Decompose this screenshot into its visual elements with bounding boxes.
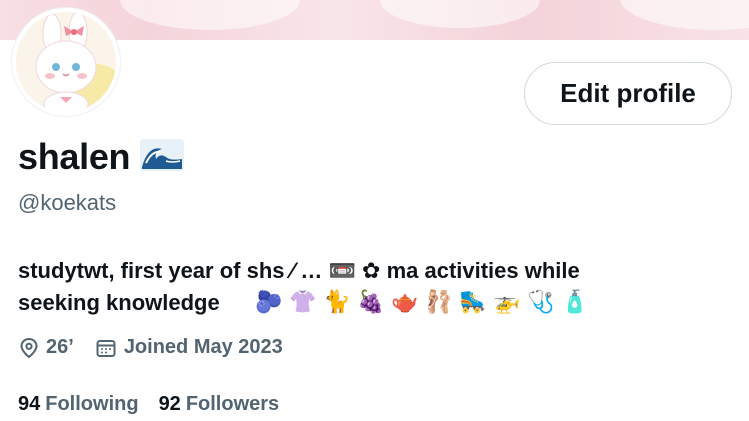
edit-profile-button[interactable]: Edit profile xyxy=(524,62,732,125)
following-label: Following xyxy=(45,393,139,415)
avatar[interactable] xyxy=(12,8,120,116)
location-pin-icon xyxy=(20,337,38,358)
lotion-bottle-icon: 🧴 xyxy=(561,289,589,314)
cat-icon: 🐈 xyxy=(323,289,351,314)
avatar-bunny-image xyxy=(16,12,116,112)
followers-label: Followers xyxy=(185,393,280,415)
bio-line-1: studytwt, first year of shs ⁄ … 📼 ✿ ma a… xyxy=(18,258,580,283)
stethoscope-icon: 🩺 xyxy=(527,289,555,314)
display-name: shalen xyxy=(18,136,131,177)
location-item: 26’ xyxy=(20,336,74,359)
following-link[interactable]: 94 Following xyxy=(18,393,139,416)
roller-skate-icon: 🛼 xyxy=(459,289,487,314)
location-text: 26’ xyxy=(46,336,74,358)
followers-count: 92 xyxy=(158,393,181,415)
name-row: shalen xyxy=(18,136,185,178)
profile-handle: @koekats xyxy=(18,190,117,215)
grapes-icon: 🍇 xyxy=(357,289,385,314)
teapot-icon: 🫖 xyxy=(391,289,419,314)
blouse-icon: 👚 xyxy=(289,289,317,314)
ballet-shoes-icon: 🩰 xyxy=(425,289,453,314)
profile-meta: 26’ Joined May 2023 xyxy=(20,336,305,359)
wave-icon xyxy=(140,138,185,176)
following-count: 94 xyxy=(18,393,41,415)
calendar-icon xyxy=(96,339,116,357)
bio-emoji-row: 🫐 👚 🐈 🍇 🫖 🩰 🛼 🚁 🩺 🧴 xyxy=(254,287,590,317)
joined-text: Joined May 2023 xyxy=(123,336,283,358)
helicopter-icon: 🚁 xyxy=(493,289,521,314)
follow-stats: 94 Following 92 Followers xyxy=(18,393,299,416)
followers-link[interactable]: 92 Followers xyxy=(159,393,280,416)
joined-item: Joined May 2023 xyxy=(96,336,283,359)
blueberry-icon: 🫐 xyxy=(255,289,283,314)
